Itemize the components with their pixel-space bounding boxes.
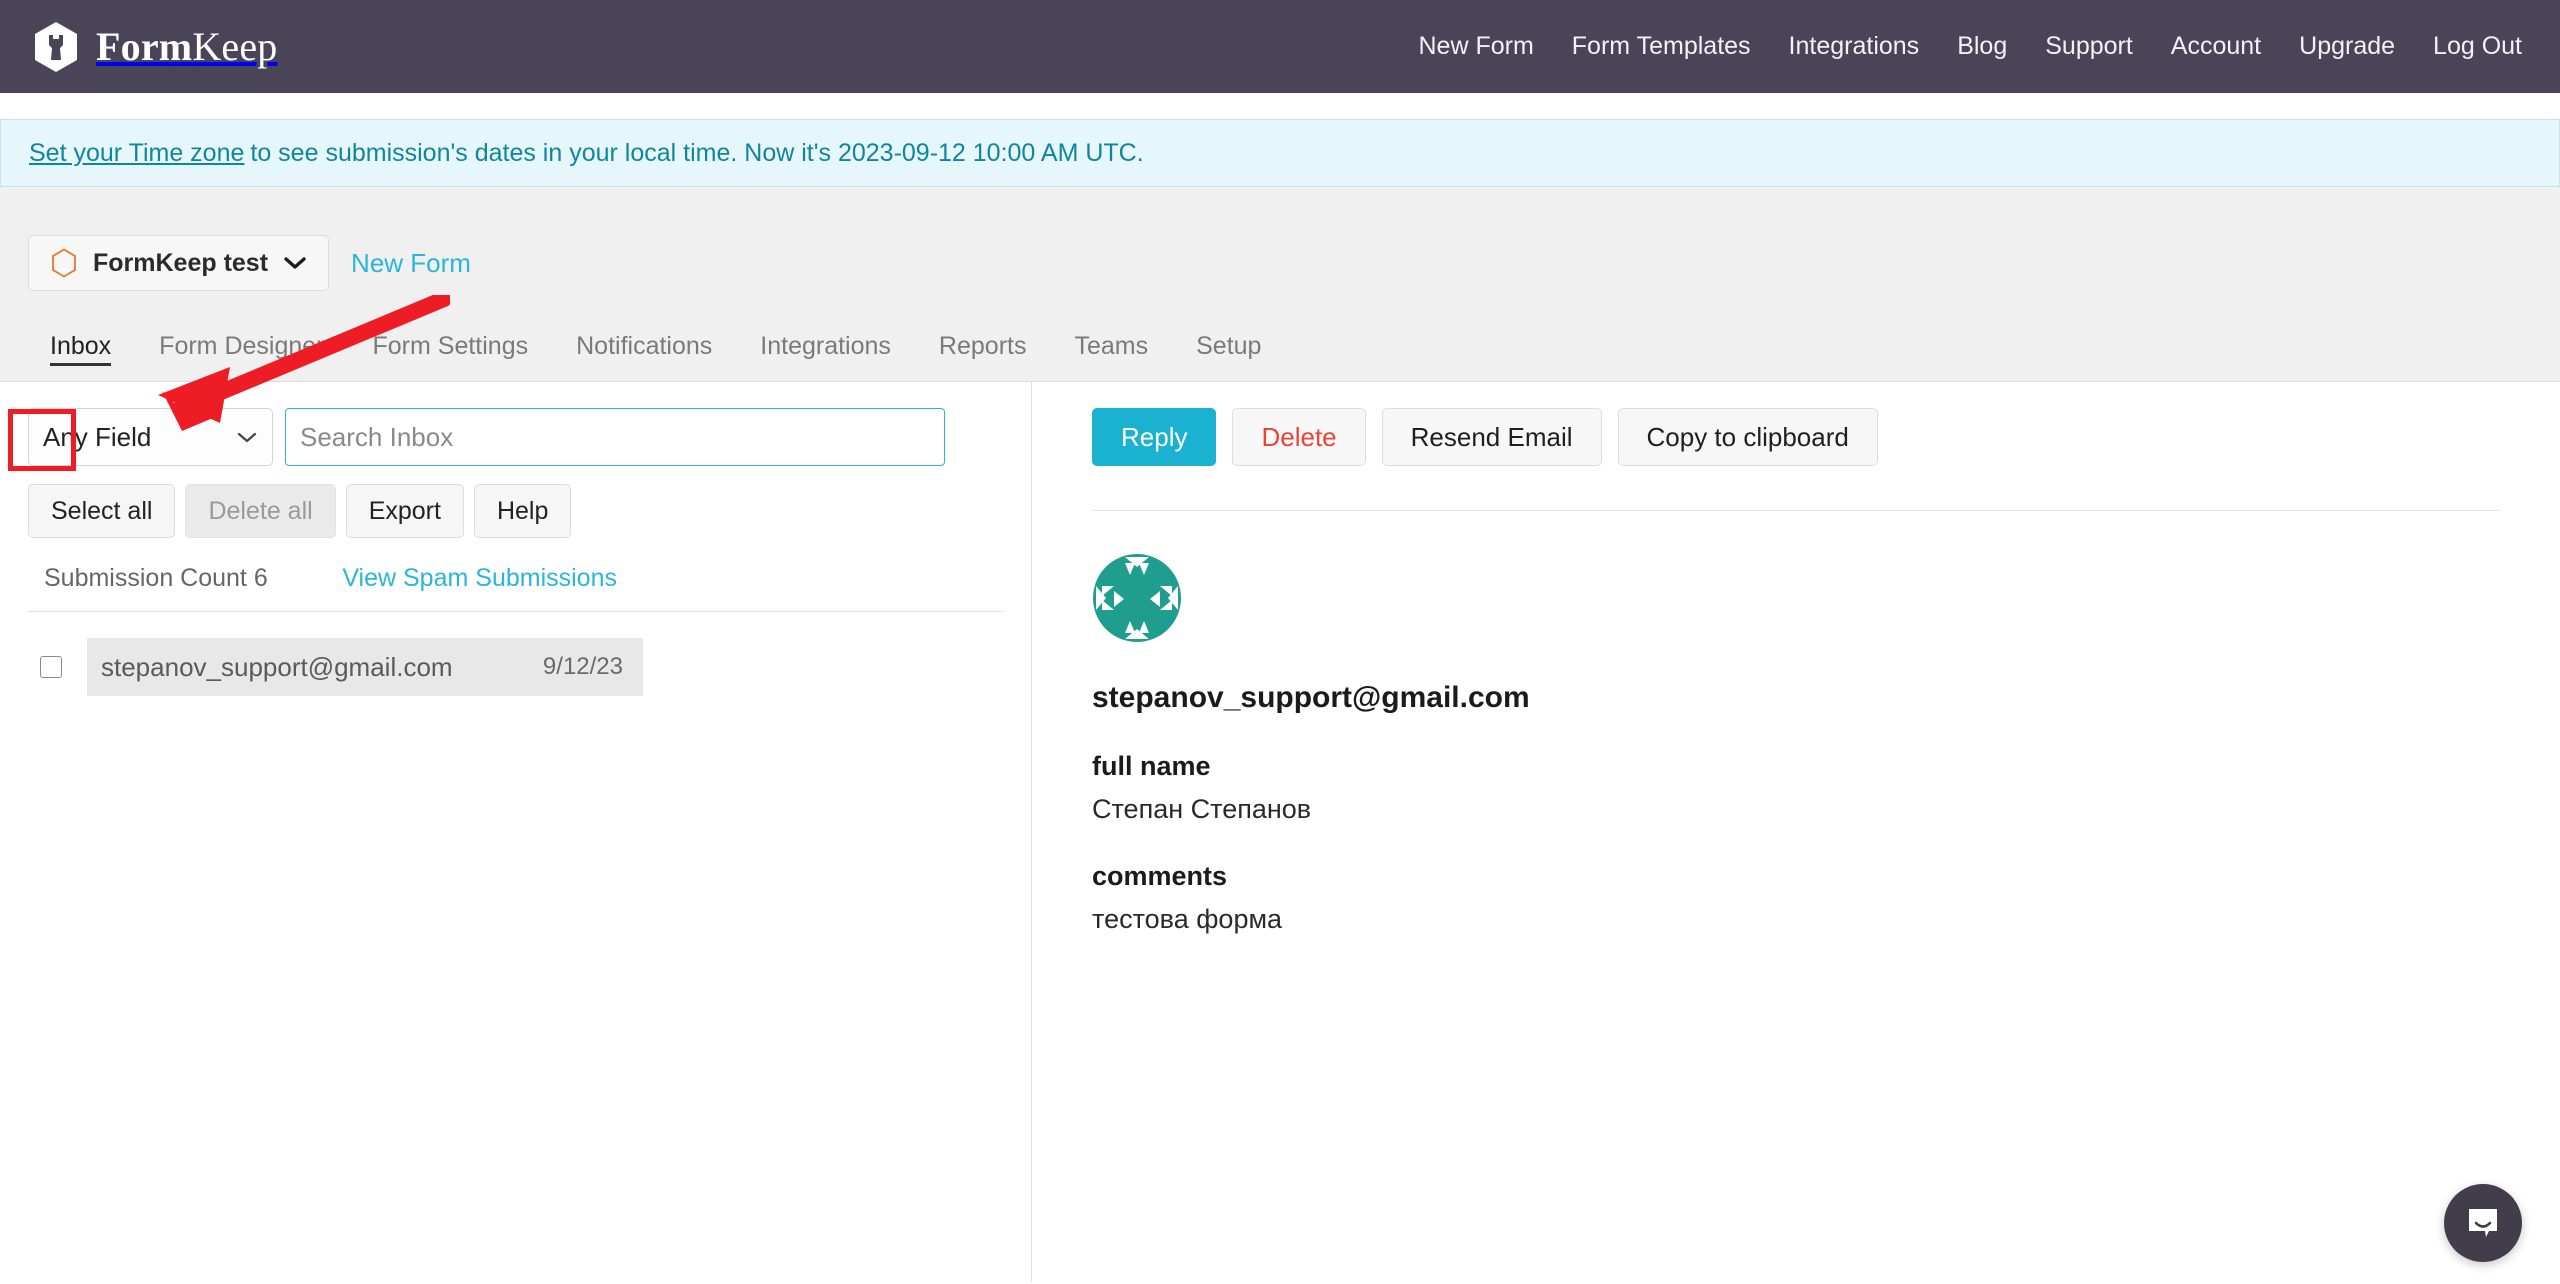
form-selector-dropdown[interactable]: FormKeep test	[28, 235, 330, 291]
submission-count-label: Submission Count 6	[44, 564, 268, 592]
nav-new-form[interactable]: New Form	[1418, 32, 1533, 61]
reply-button[interactable]: Reply	[1092, 408, 1217, 466]
submission-checkbox[interactable]	[40, 656, 62, 678]
search-input[interactable]	[285, 408, 945, 466]
help-button[interactable]: Help	[473, 484, 572, 538]
inbox-search-row: Any Field	[28, 408, 1003, 466]
field-value: Степан Степанов	[1092, 794, 1312, 824]
hexagon-icon	[52, 248, 76, 278]
form-selector-strip: FormKeep test New Form Inbox Form Design…	[0, 187, 2560, 382]
timezone-notice: Set your Time zone to see submission's d…	[0, 119, 2560, 187]
brand-title: FormKeep	[96, 24, 278, 69]
form-tabs: Inbox Form Designer Form Settings Notifi…	[0, 310, 2560, 382]
brand-logo-link[interactable]: FormKeep	[30, 21, 278, 73]
top-nav-links: New Form Form Templates Integrations Blo…	[1418, 32, 2522, 61]
notice-wrapper: Set your Time zone to see submission's d…	[0, 93, 2560, 187]
field-filter-select[interactable]: Any Field	[28, 408, 273, 466]
form-selector-label: FormKeep test	[93, 248, 269, 277]
export-button[interactable]: Export	[345, 484, 464, 538]
field-value: тестова форма	[1092, 904, 1283, 934]
detail-divider	[1092, 510, 2500, 511]
submission-detail-pane: Reply Delete Resend Email Copy to clipbo…	[1032, 382, 2560, 1282]
field-label: full name	[1092, 751, 1211, 781]
submission-email: stepanov_support@gmail.com	[101, 651, 453, 682]
detail-field-comments: comments тестова форма	[1092, 861, 2500, 935]
copy-to-clipboard-button[interactable]: Copy to clipboard	[1617, 408, 1878, 466]
nav-form-templates[interactable]: Form Templates	[1572, 32, 1751, 61]
chevron-down-icon	[284, 257, 306, 269]
submission-count-row: Submission Count 6 View Spam Submissions	[28, 564, 1003, 612]
nav-log-out[interactable]: Log Out	[2433, 32, 2522, 61]
field-label: comments	[1092, 861, 1228, 891]
delete-button[interactable]: Delete	[1232, 408, 1366, 466]
detail-field-full-name: full name Степан Степанов	[1092, 751, 2500, 825]
submission-list-item[interactable]: stepanov_support@gmail.com 9/12/23	[28, 638, 1003, 696]
main-content: Any Field Select all Delete all Export H…	[0, 382, 2560, 1282]
inbox-pane: Any Field Select all Delete all Export H…	[0, 382, 1032, 1282]
nav-support[interactable]: Support	[2045, 32, 2133, 61]
nav-integrations[interactable]: Integrations	[1789, 32, 1920, 61]
tab-integrations[interactable]: Integrations	[736, 320, 915, 372]
detail-email-title: stepanov_support@gmail.com	[1092, 681, 1530, 714]
timezone-notice-text: to see submission's dates in your local …	[250, 138, 1144, 167]
resend-email-button[interactable]: Resend Email	[1381, 408, 1602, 466]
nav-account[interactable]: Account	[2171, 32, 2261, 61]
intercom-chat-launcher[interactable]	[2444, 1184, 2522, 1262]
field-filter-wrapper: Any Field	[28, 408, 273, 466]
submission-row-body[interactable]: stepanov_support@gmail.com 9/12/23	[87, 638, 643, 696]
view-spam-submissions-link[interactable]: View Spam Submissions	[342, 564, 997, 593]
set-timezone-link[interactable]: Set your Time zone	[29, 139, 244, 168]
detail-action-buttons: Reply Delete Resend Email Copy to clipbo…	[1092, 408, 2500, 466]
tab-form-settings[interactable]: Form Settings	[349, 320, 553, 372]
inbox-action-buttons: Select all Delete all Export Help	[28, 484, 1003, 538]
tab-notifications[interactable]: Notifications	[552, 320, 736, 372]
nav-upgrade[interactable]: Upgrade	[2299, 32, 2395, 61]
tab-form-designer[interactable]: Form Designer	[135, 320, 348, 372]
formkeep-rook-logo-icon	[35, 21, 77, 72]
top-navigation-bar: FormKeep New Form Form Templates Integra…	[0, 0, 2560, 93]
chat-bubble-icon	[2469, 1209, 2497, 1237]
new-form-link[interactable]: New Form	[351, 248, 471, 279]
tab-inbox[interactable]: Inbox	[26, 320, 135, 372]
submission-date: 9/12/23	[542, 653, 623, 680]
delete-all-button[interactable]: Delete all	[185, 484, 336, 538]
tab-teams[interactable]: Teams	[1050, 320, 1172, 372]
tab-setup[interactable]: Setup	[1172, 320, 1285, 372]
nav-blog[interactable]: Blog	[1957, 32, 2007, 61]
select-all-button[interactable]: Select all	[28, 484, 176, 538]
tab-reports[interactable]: Reports	[915, 320, 1051, 372]
identicon-avatar	[1093, 554, 1181, 642]
